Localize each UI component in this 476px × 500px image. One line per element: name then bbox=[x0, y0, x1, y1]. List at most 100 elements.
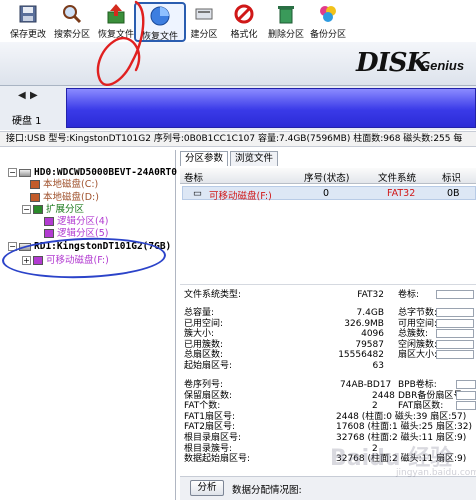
recover-file-button[interactable]: 恢复文件 bbox=[94, 2, 138, 42]
tree-item-logical-4-label: 逻辑分区(4) bbox=[57, 216, 109, 227]
save-changes-button[interactable]: 保存更改 bbox=[6, 2, 50, 42]
tree-item-logical-5[interactable]: 逻辑分区(5) bbox=[44, 227, 108, 240]
detail-value: 2 bbox=[372, 401, 378, 412]
col-volume-label[interactable]: 卷标 bbox=[184, 170, 203, 184]
backup-partition-button[interactable]: 备份分区 bbox=[306, 2, 350, 42]
save-icon bbox=[19, 5, 37, 23]
hard-disk-icon bbox=[19, 168, 31, 177]
detail-right-label: BPB卷标: bbox=[398, 380, 437, 390]
row-id: 0B bbox=[447, 188, 460, 199]
col-index-status[interactable]: 序号(状态) bbox=[304, 170, 349, 184]
tree-item-local-c-label: 本地磁盘(C:) bbox=[43, 179, 99, 190]
collapse-icon[interactable]: − bbox=[22, 205, 31, 214]
detail-right-field bbox=[436, 318, 474, 328]
tree-item-removable-f[interactable]: + 可移动磁盘(F:) bbox=[22, 254, 109, 267]
prev-disk-arrow[interactable]: ◀ bbox=[18, 90, 26, 101]
detail-right-label: 扇区大小: bbox=[398, 350, 438, 361]
detail-right-field bbox=[456, 401, 476, 411]
detail-label: FAT1扇区号: bbox=[184, 411, 236, 422]
search-partition-button[interactable]: 搜索分区 bbox=[50, 2, 94, 42]
delete-partition-icon bbox=[278, 6, 294, 24]
detail-value: 7.4GB bbox=[356, 308, 384, 318]
detail-right-field bbox=[456, 380, 476, 389]
col-file-system[interactable]: 文件系统 bbox=[378, 170, 416, 184]
brand-logo-genius: Genius bbox=[420, 58, 465, 73]
recover-file-label-2: 恢复文件 bbox=[141, 32, 178, 42]
partition-icon bbox=[33, 256, 43, 265]
quick-partition-icon bbox=[150, 6, 170, 26]
partition-icon bbox=[30, 180, 40, 189]
partition-icon bbox=[44, 217, 54, 226]
tree-item-rd1-label: RD1:KingstonDT101G2(7GB) bbox=[34, 241, 172, 252]
save-changes-label: 保存更改 bbox=[9, 30, 46, 40]
detail-value: 63 bbox=[372, 361, 384, 371]
volume-label-field bbox=[436, 290, 474, 299]
next-disk-arrow[interactable]: ▶ bbox=[30, 90, 38, 101]
delete-partition-button[interactable]: 删除分区 bbox=[264, 2, 308, 42]
fs-type-label: 文件系统类型: bbox=[184, 290, 242, 300]
extended-partition-icon bbox=[33, 205, 43, 214]
detail-right-label: 空闲簇数: bbox=[398, 339, 438, 350]
detail-label: FAT个数: bbox=[184, 401, 221, 412]
bottom-bar bbox=[180, 476, 476, 500]
data-allocation-label: 数据分配情况图: bbox=[232, 485, 302, 496]
format-icon bbox=[234, 4, 254, 24]
partition-grid-header: 卷标 序号(状态) 文件系统 标识 bbox=[180, 168, 476, 184]
detail-value: 79587 bbox=[355, 339, 384, 350]
brand-logo-dk: DISK bbox=[356, 48, 429, 78]
search-partition-label: 搜索分区 bbox=[53, 30, 90, 40]
detail-label: 卷序列号: bbox=[184, 380, 224, 390]
col-id[interactable]: 标识 bbox=[442, 170, 461, 184]
tab-browse-files[interactable]: 浏览文件 bbox=[230, 151, 279, 166]
new-partition-icon bbox=[195, 8, 213, 20]
detail-value: 17608 (柱面:1 磁头:25 扇区:32) bbox=[336, 422, 472, 433]
tree-item-local-d-label: 本地磁盘(D:) bbox=[43, 192, 99, 203]
detail-label: 根目录簇号: bbox=[184, 443, 233, 454]
detail-label: 总容量: bbox=[184, 308, 215, 318]
analyze-button[interactable]: 分析 bbox=[190, 480, 224, 496]
partition-map-bar[interactable] bbox=[66, 88, 476, 128]
detail-right-field bbox=[436, 350, 474, 360]
detail-right-field bbox=[436, 339, 474, 349]
disk-info-line: 接口:USB 型号:KingstonDT101G2 序列号:0B0B1CC1C1… bbox=[0, 131, 476, 147]
expand-icon[interactable]: + bbox=[22, 256, 31, 265]
new-partition-label: 建分区 bbox=[190, 30, 218, 40]
detail-value: 326.9MB bbox=[344, 318, 384, 329]
tree-item-local-c[interactable]: 本地磁盘(C:) bbox=[30, 178, 98, 191]
tab-partition-params[interactable]: 分区参数 bbox=[180, 151, 229, 166]
collapse-icon[interactable]: − bbox=[8, 168, 17, 177]
detail-right-field bbox=[456, 390, 476, 400]
tree-item-extended-label: 扩展分区 bbox=[46, 204, 85, 215]
disk-number-label: 硬盘 1 bbox=[12, 116, 42, 127]
recover-file-icon bbox=[107, 4, 125, 24]
detail-right-label: FAT扇区数: bbox=[398, 401, 444, 412]
detail-label: 簇大小: bbox=[184, 329, 215, 340]
recover-file-button-highlighted[interactable]: 恢复文件 bbox=[134, 2, 186, 42]
row-index: 0 bbox=[323, 188, 330, 199]
search-icon bbox=[63, 5, 82, 24]
new-partition-button[interactable]: 建分区 bbox=[182, 2, 226, 42]
detail-value: 4096 bbox=[361, 329, 384, 340]
detail-value: 2448 (柱面:0 磁头:39 扇区:57) bbox=[336, 411, 467, 422]
detail-label: 保留扇区数: bbox=[184, 390, 233, 401]
collapse-icon[interactable]: − bbox=[8, 242, 17, 251]
baidu-watermark-url: jingyan.baidu.com bbox=[396, 468, 476, 478]
detail-right-label: 总字节数: bbox=[398, 308, 438, 318]
tree-item-logical-5-label: 逻辑分区(5) bbox=[57, 228, 109, 239]
backup-partition-label: 备份分区 bbox=[309, 30, 346, 40]
detail-label: 起始扇区号: bbox=[184, 361, 233, 371]
table-row[interactable]: ▭ 可移动磁盘(F:) 0 FAT32 0B bbox=[182, 186, 476, 202]
row-fs: FAT32 bbox=[387, 188, 416, 199]
detail-label: FAT2扇区号: bbox=[184, 422, 236, 433]
detail-label: 数据起始扇区号: bbox=[184, 454, 251, 465]
detail-right-field bbox=[436, 308, 474, 317]
detail-right-field bbox=[436, 329, 474, 339]
format-button[interactable]: 格式化 bbox=[222, 2, 266, 42]
row-volume-name: 可移动磁盘(F:) bbox=[209, 191, 272, 202]
detail-right-label: 总簇数: bbox=[398, 329, 429, 340]
detail-right-label: 可用空间: bbox=[398, 318, 438, 329]
detail-label: 已用簇数: bbox=[184, 339, 224, 350]
delete-partition-label: 删除分区 bbox=[267, 30, 304, 40]
tree-item-rd1[interactable]: − RD1:KingstonDT101G2(7GB) bbox=[8, 240, 171, 253]
fs-type-value: FAT32 bbox=[357, 290, 384, 300]
